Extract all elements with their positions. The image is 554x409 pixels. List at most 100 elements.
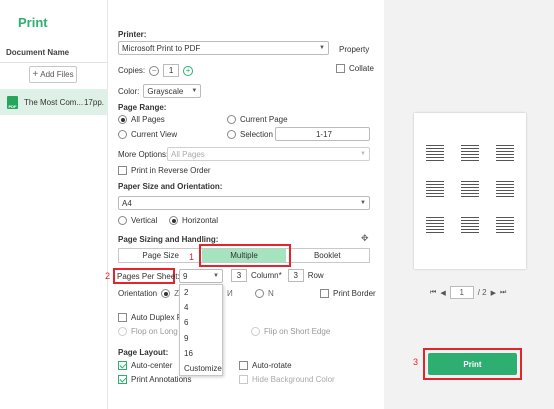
- rows-input[interactable]: 3: [287, 269, 304, 282]
- dropdown-option[interactable]: 2: [180, 285, 222, 300]
- horizontal-option[interactable]: Horizontal: [169, 216, 218, 225]
- first-page-icon[interactable]: ⏮: [430, 289, 436, 297]
- pages-per-sheet-label: Pages Per Sheet:: [117, 272, 180, 281]
- copies-input[interactable]: 1: [163, 64, 180, 77]
- selection-radio[interactable]: [227, 130, 236, 139]
- dropdown-option[interactable]: 4: [180, 300, 222, 315]
- file-list-item[interactable]: PDF The Most Com... 17pp.: [0, 89, 108, 115]
- current-page-radio[interactable]: [227, 115, 236, 124]
- printer-select[interactable]: Microsoft Print to PDF ▼: [118, 41, 329, 55]
- horizontal-label: Horizontal: [182, 216, 219, 225]
- all-pages-label: All Pages: [131, 115, 165, 124]
- more-options-select[interactable]: All Pages ▼: [167, 147, 370, 161]
- orientation-n-radio[interactable]: [255, 289, 264, 298]
- row-label: Row: [307, 271, 324, 280]
- prev-page-icon[interactable]: ◀: [440, 289, 445, 297]
- auto-duplex-option[interactable]: Auto Duplex Pri: [118, 313, 187, 322]
- plus-circle-icon[interactable]: +: [183, 65, 194, 76]
- minus-icon[interactable]: −: [149, 65, 160, 76]
- print-annotations-label: Print Annotations: [131, 375, 192, 384]
- print-border-checkbox[interactable]: [320, 289, 329, 298]
- print-annotations-checkbox[interactable]: [118, 375, 127, 384]
- orientation-n-option[interactable]: N: [255, 289, 274, 298]
- mini-page: [426, 215, 444, 239]
- printer-label: Printer:: [118, 30, 147, 39]
- flip-short-option[interactable]: Flip on Short Edge: [251, 327, 330, 336]
- collate-option[interactable]: Collate: [336, 64, 374, 73]
- add-files-button[interactable]: + Add Files: [29, 66, 77, 83]
- horizontal-radio[interactable]: [169, 216, 178, 225]
- orientation-z-radio[interactable]: [161, 289, 171, 298]
- dialog-title: Print: [18, 15, 48, 30]
- print-preview: [414, 113, 526, 269]
- dropdown-option[interactable]: 6: [180, 315, 222, 330]
- copies-label: Copies:: [118, 66, 146, 75]
- more-options-row: More Options:: [118, 150, 168, 159]
- grid-row: 3 Column* 3 Row: [231, 269, 324, 282]
- auto-center-checkbox[interactable]: [118, 361, 127, 370]
- print-button[interactable]: Print: [428, 353, 517, 375]
- pages-per-sheet-select[interactable]: 9 ▼: [179, 269, 223, 283]
- collate-checkbox[interactable]: [336, 64, 345, 73]
- print-border-option[interactable]: Print Border: [320, 289, 376, 298]
- auto-center-label: Auto-center: [131, 361, 173, 370]
- dropdown-option[interactable]: 9: [180, 331, 222, 346]
- print-annotations-option[interactable]: Print Annotations: [118, 375, 191, 384]
- total-pages: / 2: [477, 288, 487, 297]
- collate-label: Collate: [349, 64, 374, 73]
- chevron-down-icon: ▼: [319, 45, 325, 51]
- hide-bg-option[interactable]: Hide Background Color: [239, 375, 335, 384]
- selection-option[interactable]: Selection: [227, 130, 273, 139]
- file-pages: 17pp.: [83, 97, 104, 107]
- tab-booklet[interactable]: Booklet: [286, 249, 369, 262]
- dropdown-option[interactable]: Customize: [180, 361, 222, 376]
- next-page-icon[interactable]: ▶: [491, 289, 496, 297]
- reverse-order-checkbox[interactable]: [118, 166, 127, 175]
- copies-row: Copies: − 1 +: [118, 64, 194, 77]
- hide-bg-checkbox[interactable]: [239, 375, 248, 384]
- add-files-label: Add Files: [40, 70, 74, 79]
- auto-rotate-label: Auto-rotate: [252, 361, 292, 370]
- flip-long-option[interactable]: Flop on Long E: [118, 327, 185, 336]
- chevron-down-icon: ▼: [191, 88, 198, 94]
- current-view-radio[interactable]: [118, 130, 127, 139]
- vertical-option[interactable]: Vertical: [118, 216, 157, 225]
- page-layout-label: Page Layout:: [118, 348, 169, 357]
- file-name: The Most Com...: [24, 97, 84, 107]
- auto-center-option[interactable]: Auto-center: [118, 361, 172, 370]
- move-icon[interactable]: ✥: [361, 233, 369, 244]
- color-select[interactable]: Grayscale ▼: [143, 84, 202, 98]
- current-page-option[interactable]: Current Page: [227, 115, 288, 124]
- paper-size-label: Paper Size and Orientation:: [118, 182, 223, 191]
- dropdown-option[interactable]: 16: [180, 346, 222, 361]
- mini-page: [461, 215, 479, 239]
- page-range-value: 1-17: [315, 129, 332, 139]
- mini-page: [496, 143, 514, 167]
- flip-long-label: Flop on Long E: [131, 327, 186, 336]
- color-row: Color: Grayscale ▼: [118, 84, 202, 98]
- auto-duplex-checkbox[interactable]: [118, 313, 127, 322]
- paper-size-select[interactable]: A4 ▼: [118, 196, 370, 210]
- all-pages-option[interactable]: All Pages: [118, 115, 165, 124]
- step-marker-3: 3: [413, 357, 419, 367]
- current-view-option[interactable]: Current View: [118, 130, 177, 139]
- vertical-label: Vertical: [131, 216, 158, 225]
- reverse-order-option[interactable]: Print in Reverse Order: [118, 166, 211, 175]
- step-marker-1: 1: [189, 252, 195, 262]
- property-link[interactable]: Property: [339, 45, 369, 54]
- chevron-down-icon: ▼: [360, 151, 366, 157]
- auto-rotate-option[interactable]: Auto-rotate: [239, 361, 292, 370]
- highlight-box-multiple: [199, 244, 291, 267]
- columns-input[interactable]: 3: [231, 269, 247, 282]
- all-pages-radio[interactable]: [118, 115, 127, 124]
- pages-per-sheet-value: 9: [183, 271, 188, 281]
- vertical-radio[interactable]: [118, 216, 127, 225]
- page-number-input[interactable]: 1: [449, 286, 474, 299]
- flip-long-radio[interactable]: [118, 327, 127, 336]
- orientation-n-reverse-option[interactable]: И: [227, 289, 233, 298]
- last-page-icon[interactable]: ⏭: [500, 289, 506, 297]
- preview-pager: ⏮ ◀ 1 / 2 ▶ ⏭: [430, 286, 506, 299]
- auto-rotate-checkbox[interactable]: [239, 361, 248, 370]
- flip-short-radio[interactable]: [251, 327, 260, 336]
- page-range-input[interactable]: 1-17: [275, 127, 370, 141]
